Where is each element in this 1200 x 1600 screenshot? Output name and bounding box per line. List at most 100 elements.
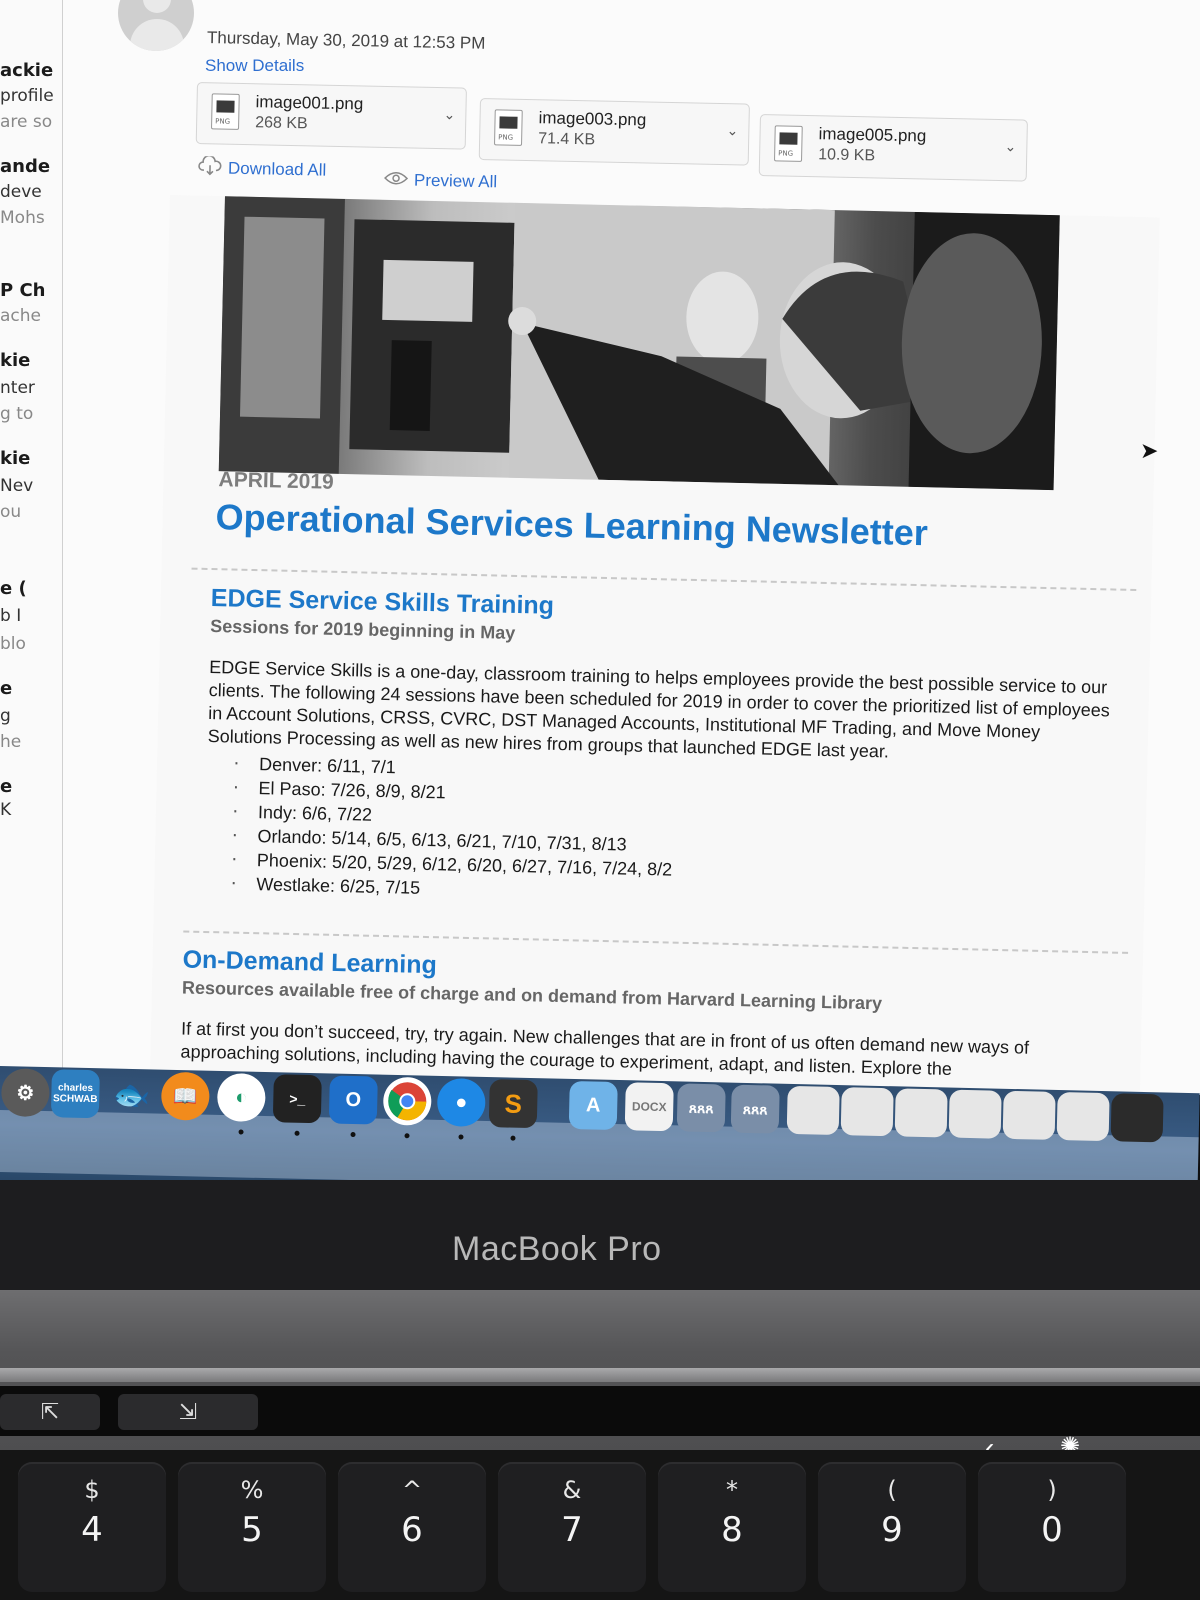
key-shift-symbol: * [726,1476,738,1504]
message-list-text: blo [0,634,26,654]
attachment-size: 10.9 KB [817,146,876,165]
key-digit: 4 [81,1510,103,1550]
outlook-icon[interactable]: O [328,1075,378,1125]
attachment-card[interactable]: PNG image005.png 10.9 KB ⌄ [758,114,1028,182]
message-list-text: e [0,678,13,699]
window-thumbnail[interactable] [840,1087,894,1137]
laptop-hinge [0,1368,1200,1382]
key-shift-symbol: $ [84,1476,100,1504]
key-9[interactable]: (9 [818,1462,966,1592]
png-file-icon: PNG [494,109,523,146]
chevron-down-icon[interactable]: ⌄ [726,122,738,139]
message-list-text: ackie [0,60,54,81]
section-heading: On-Demand Learning [182,945,438,980]
message-list-text: Nev [0,476,34,496]
key-digit: 8 [721,1510,743,1550]
chevron-down-icon[interactable]: ⌄ [1004,138,1016,155]
key-8[interactable]: * 8 [658,1462,806,1592]
maps-pin-icon[interactable]: ● [436,1077,486,1128]
download-all-label: Download All [227,158,327,180]
applications-folder-icon[interactable]: A [568,1080,618,1131]
attachment-card[interactable]: PNG image001.png 268 KB ⌄ [195,82,467,150]
attachment-name: image001.png [255,92,364,114]
newsletter-month: APRIL 2019 [218,468,334,494]
message-list-text: profile [0,86,54,106]
touchbar-key[interactable]: ⇱ [0,1394,100,1430]
chrome-icon[interactable] [382,1076,432,1126]
attachment-card[interactable]: PNG image003.png 71.4 KB ⌄ [478,98,750,166]
show-details-link[interactable]: Show Details [205,56,304,76]
mouse-pointer-icon: ➤ [1140,438,1159,463]
charles-schwab-icon[interactable]: charles SCHWAB [50,1069,100,1119]
message-list-text: nter [0,378,35,398]
message-list-text: e ( [0,578,27,599]
sublime-text-icon[interactable]: S [488,1079,538,1129]
message-list-text: are so [0,112,53,132]
key-digit: 6 [401,1510,423,1550]
attachment-size: 268 KB [254,114,308,133]
key-5[interactable]: % 5 [178,1462,326,1592]
document-icon[interactable]: DOCX [624,1082,674,1132]
section-heading: EDGE Service Skills Training [210,584,555,620]
window-thumbnail[interactable] [948,1089,1002,1139]
window-thumbnail[interactable] [1110,1093,1164,1143]
png-file-icon: PNG [774,125,803,162]
eye-icon [383,170,409,191]
key-shift-symbol: ^ [401,1476,423,1504]
window-thumbnail[interactable] [786,1085,840,1136]
key-shift-symbol: ) [1047,1476,1057,1504]
key-7[interactable]: & 7 [498,1462,646,1592]
message-list-text: K [0,800,12,820]
key-6[interactable]: ^ 6 [338,1462,486,1592]
message-list-text: ou [0,502,22,522]
png-file-icon: PNG [211,93,240,130]
key-shift-symbol: ( [887,1476,897,1504]
window-thumbnail[interactable] [894,1088,948,1138]
newsletter-body: APRIL 2019 Operational Services Learning… [149,195,1160,1095]
header-photo [218,196,1060,491]
people-icon-2[interactable]: ጸጸጸ [730,1084,780,1134]
session-list: Denver: 6/11, 7/1El Paso: 7/26, 8/9, 8/2… [226,751,674,905]
message-list-text: g [0,706,11,726]
chevron-down-icon[interactable]: ⌄ [443,106,455,123]
key-shift-symbol: % [240,1476,264,1504]
key-0[interactable]: ) 0 [978,1462,1126,1592]
books-icon[interactable]: 📖 [160,1071,210,1121]
terminal-icon[interactable]: >_ [272,1074,322,1124]
message-list-text: Mohs [0,208,45,228]
message-list-text: kie [0,448,31,469]
macbook-logo-text: MacBook Pro [452,1230,662,1268]
system-preferences-icon[interactable]: ⚙ [0,1068,50,1118]
message-list[interactable]: ackie profile are so ande deve Mohs P Ch ache ki… [0,0,63,1095]
key-digit: 5 [241,1510,263,1550]
window-thumbnail[interactable] [1056,1092,1110,1142]
message-list-text: ande [0,156,51,177]
fish-icon[interactable]: 🐟 [107,1070,156,1119]
section-subheading: Resources available free of charge and o… [181,977,883,1014]
preview-all-link[interactable]: Preview All [383,170,498,193]
section-paragraph: EDGE Service Skills is a one-day, classr… [207,657,1110,762]
message-list-text: ache [0,306,41,326]
message-list-text: g to [0,404,34,424]
download-all-link[interactable]: Download All [198,154,327,184]
message-list-text: deve [0,182,42,202]
window-thumbnail[interactable] [1002,1090,1056,1140]
key-digit: 9 [881,1510,903,1550]
key-shift-symbol: & [562,1476,582,1504]
preview-all-label: Preview All [413,170,498,192]
attachment-name: image003.png [538,108,647,130]
message-list-text: e [0,776,13,797]
attachment-size: 71.4 KB [537,130,596,149]
people-icon[interactable]: ጸጸጸ [676,1083,726,1133]
message-list-text: he [0,732,22,752]
mac-screen: ackie profile are so ande deve Mohs P Ch ache ki… [0,0,1200,1095]
sender-avatar [118,0,194,51]
app-icon[interactable]: ◐ [216,1072,266,1123]
message-list-text: P Ch [0,280,46,301]
touchbar-key[interactable]: ⇲ [118,1394,258,1430]
message-list-text: b I [0,606,22,626]
message-list-text: kie [0,350,31,371]
key-digit: 0 [1041,1510,1063,1550]
key-4[interactable]: $4 [18,1462,166,1592]
cloud-download-icon [198,154,223,181]
